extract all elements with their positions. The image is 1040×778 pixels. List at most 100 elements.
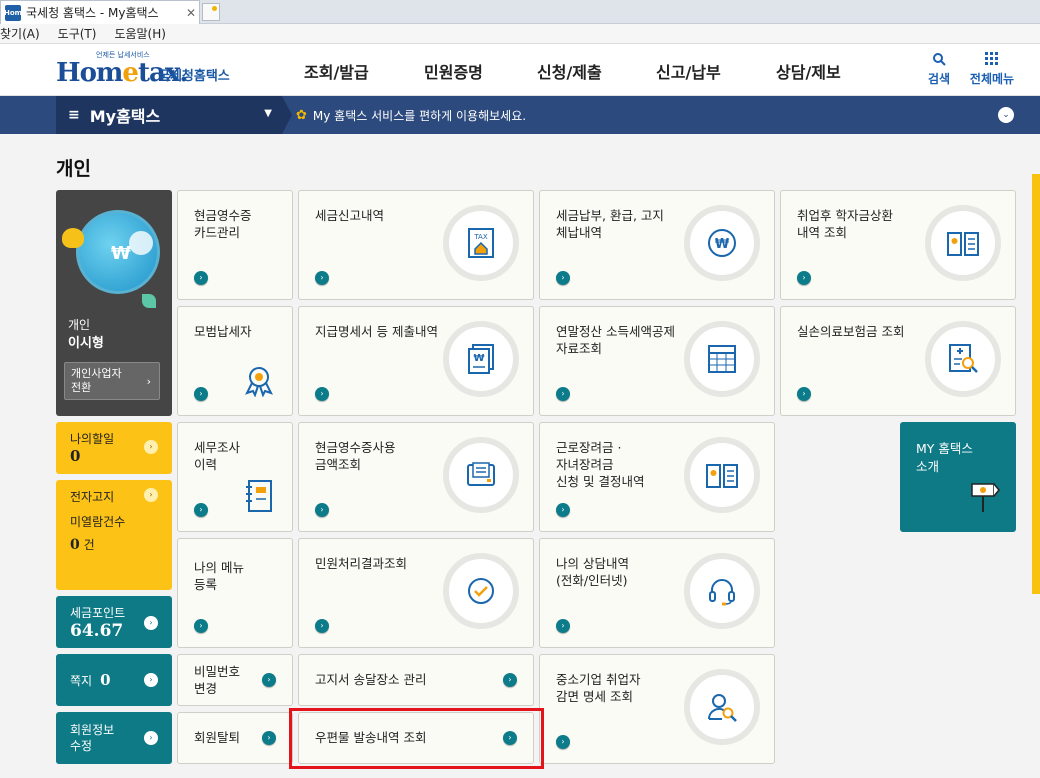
my-hometax-notice: ✿ My 홈택스 서비스를 편하게 이용해보세요.	[296, 96, 526, 134]
menu-find[interactable]: 찾기(A)	[0, 25, 40, 42]
my-hometax-dropdown[interactable]: ≡ My홈택스 ▼	[56, 96, 282, 134]
my-hometax-title: My홈택스	[89, 107, 161, 126]
person-search-icon	[684, 669, 760, 745]
go-arrow-icon: ›	[797, 271, 811, 285]
tile-label: 모범납세자	[194, 324, 252, 339]
svg-text:TAX: TAX	[473, 233, 488, 241]
tile-label: 실손의료보험금 조회	[797, 324, 905, 339]
bar-arrow-decoration	[282, 96, 292, 134]
tile-withdraw-membership[interactable]: 회원탈퇴 ›	[177, 712, 293, 764]
chevron-down-icon[interactable]: ⌄	[998, 107, 1014, 123]
tile-label: 회원탈퇴	[194, 730, 241, 745]
medal-ribbon-icon	[242, 363, 276, 400]
highlight-annotation-box	[289, 708, 544, 769]
tile-label: 취업후 학자금상환 내역 조회	[797, 208, 893, 240]
menu-help[interactable]: 도움말(H)	[114, 25, 166, 42]
tile-notice-delivery-place[interactable]: 고지서 송달장소 관리 ›	[298, 654, 534, 706]
tile-earned-income-credit[interactable]: 근로장려금 · 자녀장려금 신청 및 결정내역 ›	[539, 422, 775, 532]
switch-to-business-button[interactable]: 개인사업자 전환 ›	[64, 362, 160, 400]
tile-label: 세금신고내역	[315, 208, 385, 223]
go-arrow-icon: ›	[503, 673, 517, 687]
notebook-icon	[244, 479, 276, 516]
medical-search-icon	[925, 321, 1001, 397]
nav-apply-submit[interactable]: 신청/제출	[537, 44, 602, 96]
messages-card[interactable]: 쪽지 0 ›	[56, 654, 172, 706]
tile-civil-result-lookup[interactable]: 민원처리결과조회 ›	[298, 538, 534, 648]
my-hometax-intro-card[interactable]: MY 홈택스 소개	[900, 422, 1016, 532]
right-quick-panel-tab[interactable]	[1032, 174, 1040, 594]
go-arrow-icon: ›	[144, 488, 158, 502]
go-arrow-icon: ›	[194, 271, 208, 285]
logo-subtitle: 국세청홈택스	[158, 69, 230, 84]
go-arrow-icon: ›	[556, 387, 570, 401]
tile-student-loan-repayment[interactable]: 취업후 학자금상환 내역 조회 ›	[780, 190, 1016, 300]
my-todo-card[interactable]: 나의할일 0 ›	[56, 422, 172, 474]
checkmark-circle-icon	[443, 553, 519, 629]
flower-icon: ✿	[296, 107, 307, 123]
globe-illustration-icon: ₩	[76, 210, 160, 294]
tile-my-menu-register[interactable]: 나의 메뉴 등록 ›	[177, 538, 293, 648]
notice-text: My 홈택스 서비스를 편하게 이용해보세요.	[312, 108, 527, 123]
go-arrow-icon: ›	[556, 735, 570, 749]
tile-tax-payment-refund[interactable]: 세금납부, 환급, 고지 체납내역 ₩ ›	[539, 190, 775, 300]
search-button[interactable]: 검색	[914, 48, 964, 94]
go-arrow-icon: ›	[315, 619, 329, 633]
nav-consult-report[interactable]: 상담/제보	[776, 44, 841, 96]
caret-down-icon: ▼	[264, 108, 272, 119]
e-bill-unread-card[interactable]: 전자고지 미열람건수 0 건 ›	[56, 480, 172, 590]
tile-label: 민원처리결과조회	[315, 556, 408, 571]
tax-house-icon: TAX	[443, 205, 519, 281]
tile-yearend-deduction-data[interactable]: 연말정산 소득세액공제 자료조회 ›	[539, 306, 775, 416]
ebill-unit: 건	[83, 538, 95, 552]
tile-medical-insurance-lookup[interactable]: 실손의료보험금 조회 ›	[780, 306, 1016, 416]
go-arrow-icon: ›	[144, 440, 158, 454]
nav-civil-certificate[interactable]: 민원증명	[424, 44, 483, 96]
tile-cash-receipt-usage[interactable]: 현금영수증사용 금액조회 ›	[298, 422, 534, 532]
tax-points-card[interactable]: 세금포인트 64.67 ›	[56, 596, 172, 648]
edit-member-info-card[interactable]: 회원정보 수정 ›	[56, 712, 172, 764]
heart-icon	[62, 228, 84, 248]
chevron-right-icon: ›	[146, 375, 151, 388]
tile-sme-employee-reduction[interactable]: 중소기업 취업자 감면 명세 조회 ›	[539, 654, 775, 764]
hometax-logo[interactable]: 언제든 납세서비스 Hometax. 국세청홈택스	[56, 48, 256, 92]
open-book-icon	[684, 437, 760, 513]
profile-type: 개인	[68, 318, 91, 332]
signpost-icon	[966, 478, 1002, 519]
go-arrow-icon: ›	[797, 387, 811, 401]
go-arrow-icon: ›	[315, 387, 329, 401]
nav-report-pay[interactable]: 신고/납부	[656, 44, 721, 96]
svg-text:₩: ₩	[715, 237, 730, 252]
tile-payment-statement-submissions[interactable]: 지급명세서 등 제출내역 ₩ ›	[298, 306, 534, 416]
new-tab-icon[interactable]	[202, 3, 220, 21]
promo-label: MY 홈택스 소개	[916, 441, 973, 474]
go-arrow-icon: ›	[194, 619, 208, 633]
go-arrow-icon: ›	[315, 503, 329, 517]
tile-label: 연말정산 소득세액공제 자료조회	[556, 324, 675, 356]
tile-model-taxpayer[interactable]: 모범납세자 ›	[177, 306, 293, 416]
tile-change-password[interactable]: 비밀번호 변경 ›	[177, 654, 293, 706]
tile-my-consultation-history[interactable]: 나의 상담내역 (전화/인터넷) ›	[539, 538, 775, 648]
go-arrow-icon: ›	[194, 387, 208, 401]
tile-cash-receipt-card[interactable]: 현금영수증 카드관리 ›	[177, 190, 293, 300]
hamburger-icon: ≡	[68, 107, 80, 123]
tile-label: 현금영수증 카드관리	[194, 208, 252, 240]
go-arrow-icon: ›	[144, 616, 158, 630]
go-arrow-icon: ›	[315, 271, 329, 285]
search-icon	[914, 48, 964, 70]
tile-tax-report-history[interactable]: 세금신고내역 TAX ›	[298, 190, 534, 300]
tile-label: 고지서 송달장소 관리	[315, 672, 427, 687]
ebill-count: 0	[70, 537, 80, 553]
tile-label: 중소기업 취업자 감면 명세 조회	[556, 672, 641, 704]
tab-close-icon[interactable]: ✕	[183, 6, 199, 20]
all-menu-button[interactable]: 전체메뉴	[966, 48, 1018, 94]
browser-menubar: 찾기(A) 도구(T) 도움말(H)	[0, 24, 1040, 44]
member-label: 회원정보 수정	[70, 723, 115, 753]
switch-label: 개인사업자 전환	[71, 367, 122, 394]
menu-tools[interactable]: 도구(T)	[58, 25, 97, 42]
note-count: 0	[100, 671, 111, 689]
my-hometax-bar: ≡ My홈택스 ▼ ✿ My 홈택스 서비스를 편하게 이용해보세요. ⌄	[0, 96, 1040, 134]
won-document-stack-icon: ₩	[443, 321, 519, 397]
tile-tax-audit-history[interactable]: 세무조사 이력 ›	[177, 422, 293, 532]
browser-tab[interactable]: Hom 국세청 홈택스 - My홈택스 ✕	[0, 0, 200, 24]
nav-lookup-issue[interactable]: 조회/발급	[304, 44, 369, 96]
